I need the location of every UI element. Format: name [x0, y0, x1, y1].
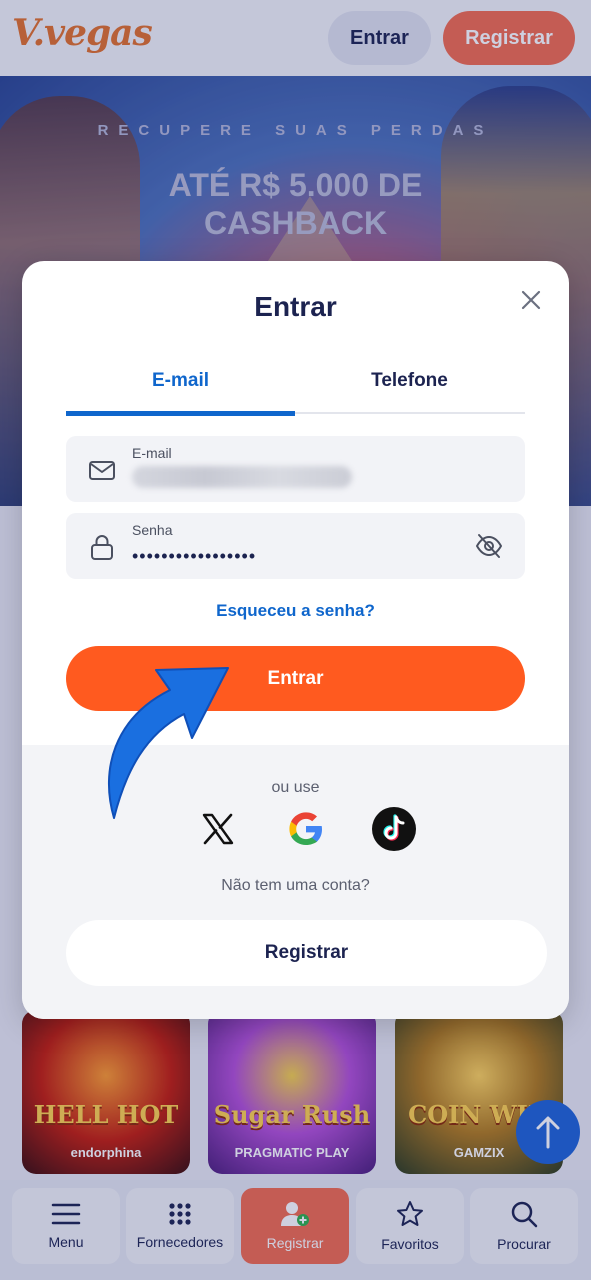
x-login-button[interactable]	[196, 807, 240, 851]
password-field[interactable]: Senha •••••••••••••••••	[66, 513, 525, 579]
or-use-label: ou use	[271, 779, 320, 796]
register-button[interactable]: Registrar	[66, 920, 547, 986]
email-field[interactable]: E-mail	[66, 436, 525, 502]
google-icon	[289, 812, 322, 845]
close-button[interactable]	[516, 285, 546, 315]
no-account-label: Não tem uma conta?	[221, 877, 370, 894]
login-tabs: E-mail Telefone	[66, 361, 525, 416]
x-icon	[202, 813, 234, 845]
modal-title: Entrar	[254, 291, 337, 322]
mail-icon	[89, 461, 115, 480]
tiktok-login-button[interactable]	[372, 807, 416, 851]
google-login-button[interactable]	[284, 807, 328, 851]
tiktok-icon	[372, 807, 416, 851]
email-label: E-mail	[132, 445, 172, 461]
password-value: •••••••••••••••••	[132, 546, 257, 566]
eye-off-icon[interactable]	[474, 531, 504, 561]
password-label: Senha	[132, 522, 173, 538]
email-value-redacted	[132, 466, 352, 492]
lock-icon	[91, 535, 113, 560]
login-submit-button[interactable]: Entrar	[66, 646, 525, 711]
tab-email[interactable]: E-mail	[66, 361, 295, 416]
login-modal: Entrar E-mail Telefone E-mail Senha ••••…	[22, 261, 569, 1019]
forgot-password-link[interactable]: Esqueceu a senha?	[22, 601, 569, 621]
tab-phone[interactable]: Telefone	[295, 361, 524, 414]
social-login-section: ou use Não tem uma conta? Registrar	[22, 745, 569, 1019]
close-icon	[521, 290, 541, 310]
